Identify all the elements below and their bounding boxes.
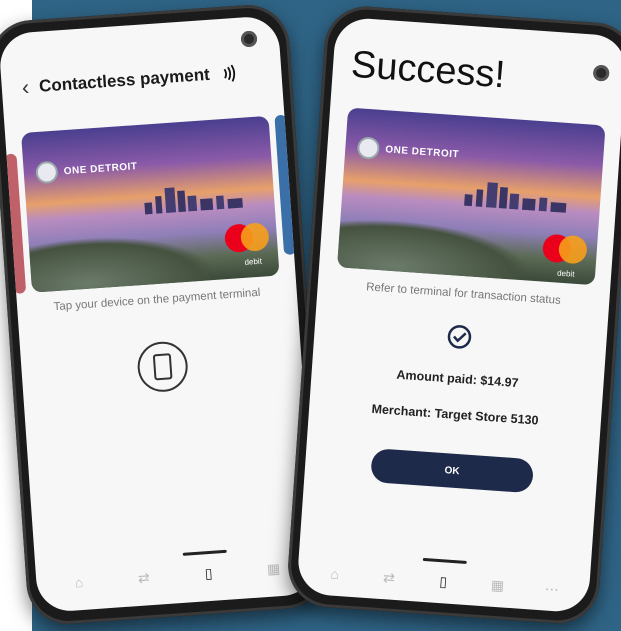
- nav-active-indicator: [422, 557, 467, 564]
- amount-paid: Amount paid: $14.97: [396, 367, 519, 391]
- nav-active-indicator: [182, 549, 227, 556]
- mastercard-logo-icon: [541, 233, 590, 265]
- header: ‹ Contactless payment: [21, 60, 239, 101]
- city-skyline-image: [143, 187, 243, 215]
- mastercard-logo-icon: [223, 222, 272, 254]
- merchant-name: Merchant: Target Store 5130: [371, 401, 539, 428]
- home-icon[interactable]: ⌂: [325, 564, 344, 583]
- payment-card[interactable]: ONE DETROIT debit: [21, 115, 280, 293]
- tap-to-pay-icon[interactable]: ▯: [434, 572, 453, 591]
- contactless-icon: [224, 64, 236, 82]
- rocks-image: [28, 228, 218, 293]
- tap-to-pay-icon[interactable]: ▯: [199, 563, 218, 582]
- cards-icon[interactable]: ▦: [488, 576, 507, 595]
- more-icon[interactable]: ⋯: [542, 579, 561, 598]
- card-brand-label: ONE DETROIT: [384, 143, 460, 160]
- back-icon[interactable]: ‹: [21, 74, 30, 100]
- payment-card[interactable]: ONE DETROIT debit: [337, 107, 606, 286]
- success-title: Success!: [349, 43, 507, 97]
- brand-logo-icon: [35, 160, 59, 185]
- camera-icon: [592, 64, 610, 82]
- check-circle-icon: [447, 325, 472, 349]
- card-brand-label: ONE DETROIT: [63, 160, 138, 177]
- left-phone: ‹ Contactless payment ONE DETROIT debit …: [0, 2, 329, 627]
- bottom-nav: ⌂ ⇄ ▯ ▦ ⋯: [307, 560, 580, 603]
- debit-label: debit: [244, 256, 263, 267]
- ok-button[interactable]: OK: [370, 448, 535, 494]
- card-brand: ONE DETROIT: [35, 155, 138, 185]
- bottom-nav: ⌂ ⇄ ▯ ▦: [46, 554, 307, 596]
- cards-icon[interactable]: ▦: [264, 559, 283, 578]
- left-phone-screen: ‹ Contactless payment ONE DETROIT debit …: [0, 14, 318, 614]
- transfer-icon[interactable]: ⇄: [379, 568, 398, 587]
- tap-device-icon: [135, 340, 190, 394]
- brand-logo-icon: [356, 136, 381, 160]
- camera-icon: [240, 30, 258, 48]
- next-card-peek[interactable]: [274, 114, 297, 256]
- home-icon[interactable]: ⌂: [69, 573, 88, 592]
- transfer-icon[interactable]: ⇄: [134, 568, 153, 587]
- rocks-image: [337, 216, 534, 281]
- page-title: Contactless payment: [38, 64, 211, 96]
- debit-label: debit: [556, 268, 575, 279]
- right-phone: Success! ONE DETROIT debit Refer to term…: [285, 3, 621, 627]
- card-brand: ONE DETROIT: [356, 136, 460, 165]
- right-phone-screen: Success! ONE DETROIT debit Refer to term…: [296, 16, 621, 614]
- city-skyline-image: [464, 182, 567, 213]
